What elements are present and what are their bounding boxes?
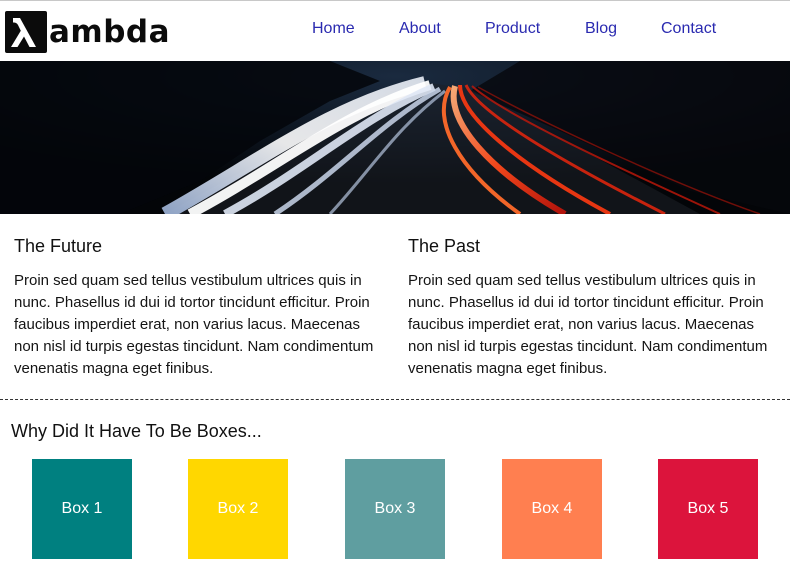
box-5: Box 5 (658, 459, 758, 559)
future-text: Proin sed quam sed tellus vestibulum ult… (14, 272, 374, 377)
nav-blog-link[interactable]: Blog (585, 19, 617, 39)
nav-home-link[interactable]: Home (312, 19, 355, 39)
box-3: Box 3 (345, 459, 445, 559)
main-nav: Home About Product Blog Contact (0, 1, 790, 61)
nav-about-link[interactable]: About (399, 19, 441, 39)
boxes-heading: Why Did It Have To Be Boxes... (11, 421, 262, 441)
box-2: Box 2 (188, 459, 288, 559)
future-column: The Future Proin sed quam sed tellus ves… (14, 234, 386, 380)
section-divider (0, 399, 790, 400)
past-column: The Past Proin sed quam sed tellus vesti… (408, 234, 780, 380)
past-heading: The Past (408, 236, 481, 256)
site-header: ambda Home About Product Blog Contact (0, 1, 790, 61)
box-1: Box 1 (32, 459, 132, 559)
box-4: Box 4 (502, 459, 602, 559)
hero-image (0, 61, 790, 214)
future-heading: The Future (14, 236, 103, 256)
nav-product-link[interactable]: Product (485, 19, 540, 39)
nav-contact-link[interactable]: Contact (661, 19, 716, 39)
past-text: Proin sed quam sed tellus vestibulum ult… (408, 272, 768, 377)
